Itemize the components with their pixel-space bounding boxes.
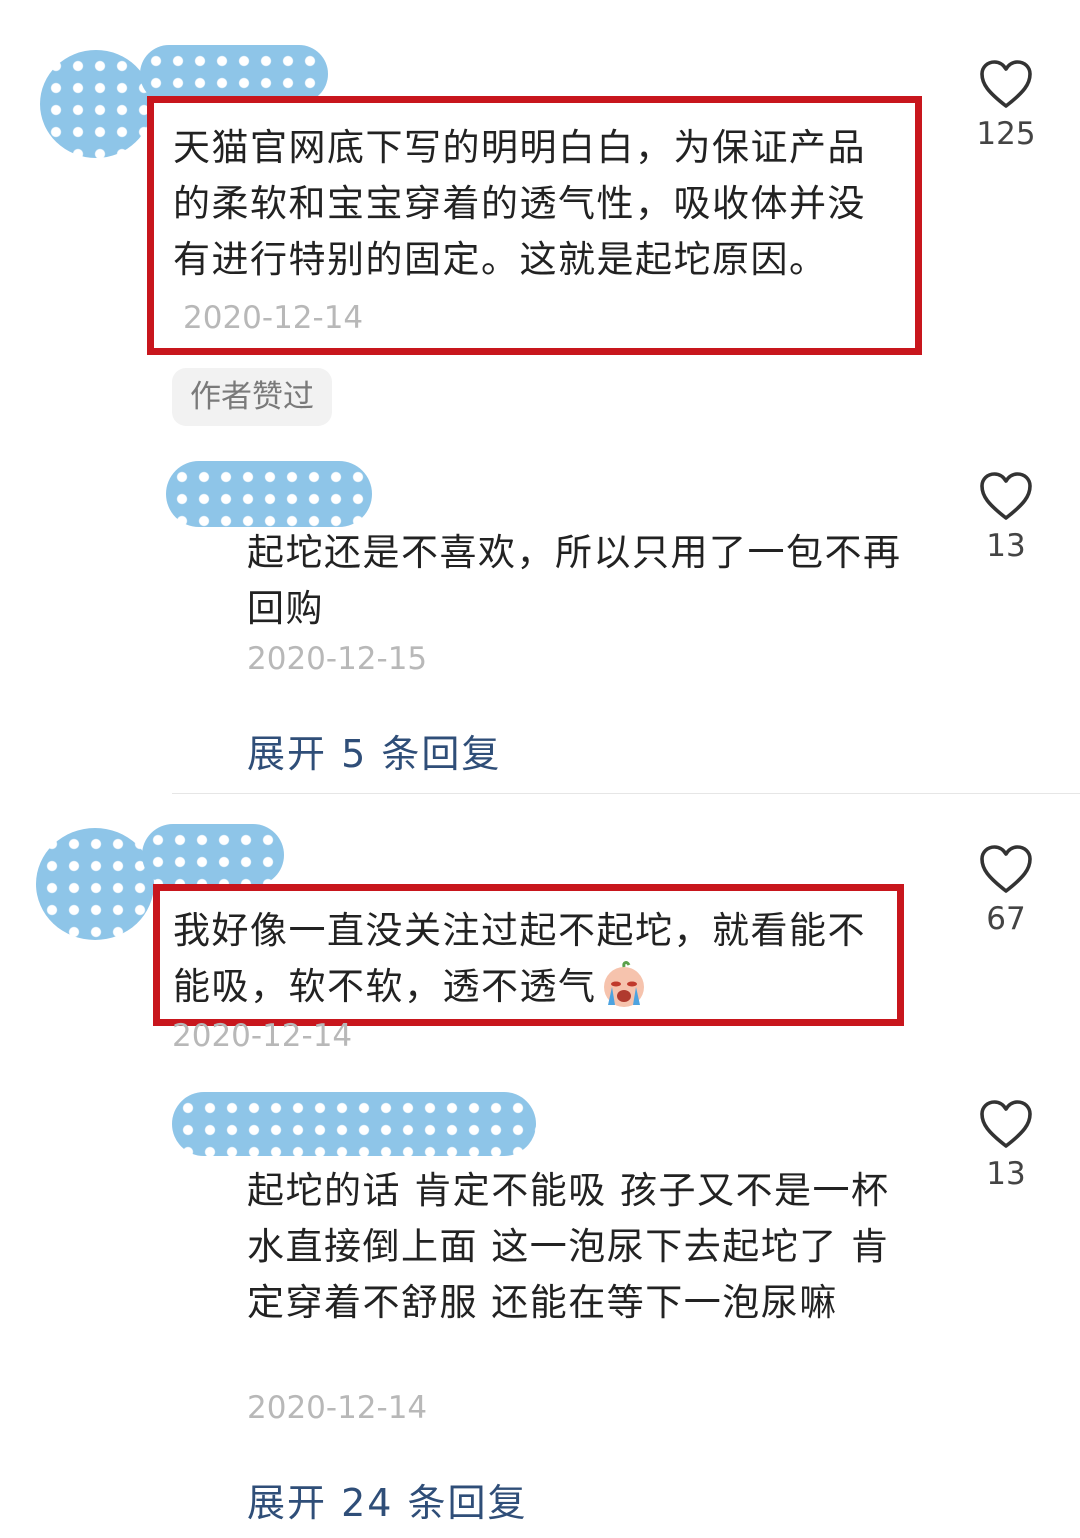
- like-count: 13: [986, 528, 1026, 564]
- comment-text[interactable]: 天猫官网底下写的明明白白，为保证产品的柔软和宝宝穿着的透气性，吸收体并没有进行特…: [173, 120, 893, 346]
- crying-face-emoji-icon: [603, 961, 644, 1007]
- heart-outline-icon: [980, 845, 1032, 893]
- reply-like-button[interactable]: 13: [951, 470, 1061, 564]
- comment-date: 2020-12-14: [172, 1018, 353, 1050]
- avatar-censored[interactable]: [40, 50, 152, 158]
- like-count: 13: [986, 1156, 1026, 1192]
- like-count: 67: [986, 901, 1026, 937]
- author-liked-badge: 作者赞过: [172, 368, 332, 426]
- comment-date: 2020-12-14: [183, 300, 364, 336]
- comment-divider: [172, 793, 1080, 794]
- expand-replies-link[interactable]: 展开 5 条回复: [247, 723, 501, 778]
- like-count: 125: [976, 116, 1036, 152]
- reply-date: 2020-12-14: [247, 1390, 428, 1426]
- reply-text[interactable]: 起坨的话 肯定不能吸 孩子又不是一杯水直接倒上面 这一泡尿下去起坨了 肯定穿着不…: [247, 1163, 912, 1331]
- username-censored[interactable]: [140, 45, 328, 103]
- like-button[interactable]: 67: [951, 843, 1061, 937]
- like-button[interactable]: 125: [951, 58, 1061, 152]
- reply-user-censored[interactable]: [172, 1092, 536, 1156]
- comment-body: 我好像一直没关注过起不起坨，就看能不能吸，软不软，透不透气: [173, 909, 866, 1008]
- heart-outline-icon: [980, 1100, 1032, 1148]
- reply-like-button[interactable]: 13: [951, 1098, 1061, 1192]
- reply-date: 2020-12-15: [247, 641, 428, 677]
- reply-text[interactable]: 起坨还是不喜欢，所以只用了一包不再回购: [247, 525, 937, 637]
- comment-text[interactable]: 我好像一直没关注过起不起坨，就看能不能吸，软不软，透不透气: [173, 903, 888, 1015]
- heart-outline-icon: [980, 60, 1032, 108]
- reply-user-censored[interactable]: [166, 461, 372, 527]
- comment-body: 天猫官网底下写的明明白白，为保证产品的柔软和宝宝穿着的透气性，吸收体并没有进行特…: [173, 126, 866, 281]
- username-censored[interactable]: [142, 824, 284, 886]
- heart-outline-icon: [980, 472, 1032, 520]
- avatar-censored[interactable]: [36, 828, 154, 940]
- expand-replies-link[interactable]: 展开 24 条回复: [247, 1472, 528, 1527]
